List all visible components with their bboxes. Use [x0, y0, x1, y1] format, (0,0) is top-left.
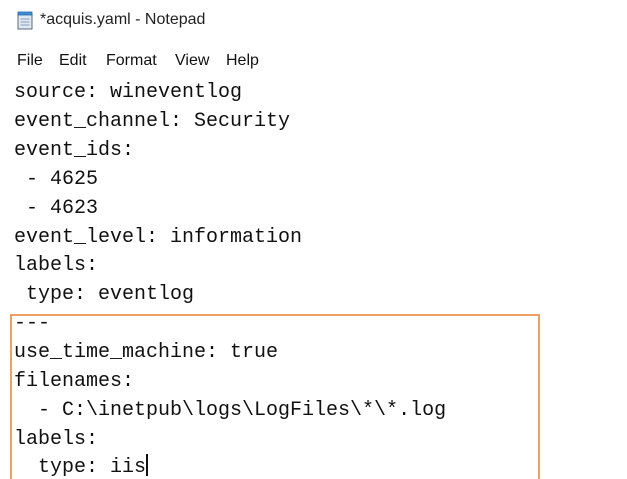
menu-edit[interactable]: Edit: [59, 51, 87, 71]
notepad-icon: [17, 11, 33, 30]
editor-line: labels:: [14, 428, 99, 451]
editor-line: filenames:: [14, 370, 135, 393]
menu-file[interactable]: File: [17, 51, 43, 71]
editor-line: use_time_machine: true: [14, 341, 279, 364]
editor-line: - 4625: [14, 168, 99, 191]
text-editor-area[interactable]: source: wineventlog event_channel: Secur…: [0, 77, 627, 479]
title-bar[interactable]: *acquis.yaml - Notepad: [0, 0, 627, 40]
editor-line: event_ids:: [14, 139, 135, 162]
menu-bar: File Edit Format View Help: [0, 48, 627, 76]
text-caret: [146, 454, 149, 476]
window-title: *acquis.yaml - Notepad: [40, 11, 206, 28]
editor-line-text: type: iis: [14, 456, 147, 479]
editor-line: labels:: [14, 254, 99, 277]
editor-line: source: wineventlog: [14, 81, 243, 104]
editor-line: ---: [14, 312, 51, 335]
editor-line: type: eventlog: [14, 283, 195, 306]
editor-line: - C:\inetpub\logs\LogFiles\*\*.log: [14, 399, 447, 422]
menu-view[interactable]: View: [175, 51, 209, 71]
menu-format[interactable]: Format: [106, 51, 157, 71]
notepad-window: *acquis.yaml - Notepad File Edit Format …: [0, 0, 627, 479]
editor-line: event_channel: Security: [14, 110, 291, 133]
editor-line: event_level: information: [14, 226, 303, 249]
editor-line: - 4623: [14, 197, 99, 220]
menu-help[interactable]: Help: [226, 51, 259, 71]
editor-line-cursor: type: iis: [14, 454, 149, 479]
